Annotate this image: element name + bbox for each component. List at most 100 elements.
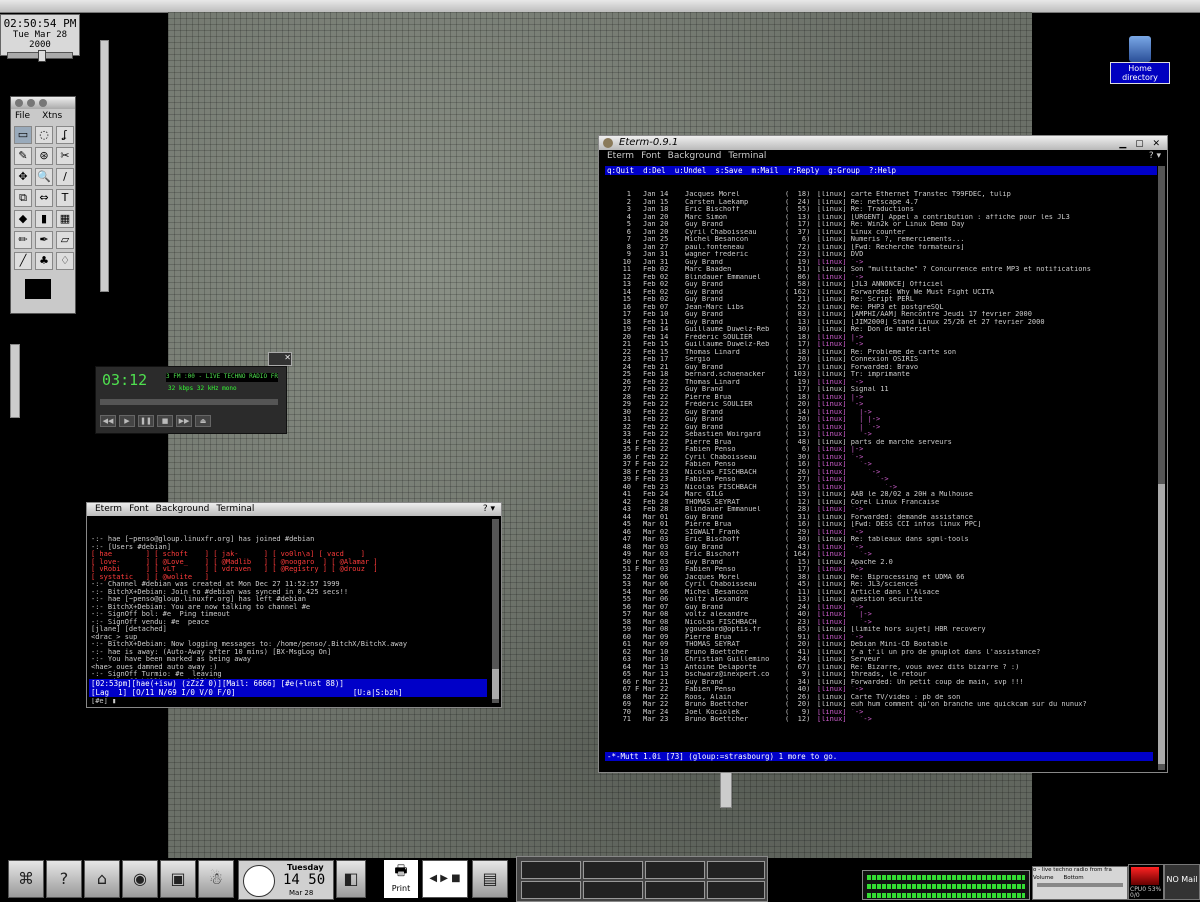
message-row[interactable]: 9 Jan 31 wagner frederic ( 23) [linux] DVD — [605, 251, 1153, 259]
message-row[interactable]: 37 F Feb 22 Fabien Penso ( 16) [linux] `-> — [605, 461, 1153, 469]
window-buttons[interactable]: ? ▾ — [483, 503, 495, 516]
message-row[interactable]: 42 Feb 28 THOMAS SEYRAT ( 12) [linux] Corel … — [605, 499, 1153, 507]
message-row[interactable]: 27 Feb 22 Guy Brand ( 17) [linux] Signal 11 — [605, 386, 1153, 394]
message-row[interactable]: 40 Feb 23 Nicolas FISCHBACH ( 35) [linux] `-… — [605, 484, 1153, 492]
message-row[interactable]: 16 Feb 07 Jean-Marc Libs ( 52) [linux] Re: P… — [605, 304, 1153, 312]
bezier-tool-icon[interactable]: ⊛ — [35, 147, 53, 165]
message-row[interactable]: 59 Mar 08 ygouedard@optis.fr ( 85) [linux] [… — [605, 626, 1153, 634]
message-row[interactable]: 43 Feb 28 Blindauer Emmanuel ( 28) [linux] `… — [605, 506, 1153, 514]
message-row[interactable]: 39 F Feb 23 Fabien Penso ( 27) [linux] `-> — [605, 476, 1153, 484]
ellipse-select-tool-icon[interactable]: ◌ — [35, 126, 53, 144]
message-row[interactable]: 51 F Mar 03 Fabien Penso ( 17) [linux] `-> — [605, 566, 1153, 574]
message-row[interactable]: 19 Feb 14 Guillaume Duwelz-Reb ( 30) [linux]… — [605, 326, 1153, 334]
message-row[interactable]: 1 Jan 14 Jacques Morel ( 18) [linux] carte E… — [605, 191, 1153, 199]
message-row[interactable]: 64 Mar 13 Antoine Delaporte ( 67) [linux] Re… — [605, 664, 1153, 672]
help-icon[interactable]: ? — [46, 860, 82, 898]
message-row[interactable]: 44 Mar 01 Guy Brand ( 31) [linux] Forwarded:… — [605, 514, 1153, 522]
message-row[interactable]: 32 Feb 22 Guy Brand ( 16) [linux] | `-> — [605, 424, 1153, 432]
player-mini-window[interactable]: ✕ — [268, 352, 292, 366]
message-row[interactable]: 25 Feb 18 bernard.schoenacker ( 103) [linux]… — [605, 371, 1153, 379]
window-menu-icon[interactable] — [603, 138, 613, 148]
message-row[interactable]: 72 Mar 24paul.fonteneau( 58)[linux] Tiré … — [605, 724, 1153, 725]
mutt-scrollbar[interactable] — [1158, 166, 1165, 770]
message-row[interactable]: 12 Feb 02 Blindauer Emmanuel ( 86) [linux] `… — [605, 274, 1153, 282]
message-row[interactable]: 58 Mar 08 Nicolas FISCHBACH ( 23) [linux] `-… — [605, 619, 1153, 627]
menu-background[interactable]: Background — [668, 150, 722, 163]
mutt-titlebar[interactable]: Eterm-0.9.1 ▁ ▢ ✕ — [599, 136, 1167, 150]
message-row[interactable]: 70 Mar 24 Joel Kociolek ( 9) [linux] `-> — [605, 709, 1153, 717]
message-row[interactable]: 50 r Mar 03 Guy Brand ( 15) [linux] Apache 2.… — [605, 559, 1153, 567]
browser-globe-icon[interactable]: ◉ — [122, 860, 158, 898]
message-row[interactable]: 61 Mar 09 THOMAS SEYRAT ( 20) [linux] Debian… — [605, 641, 1153, 649]
message-row[interactable]: 3 Jan 18 Eric Bischoff ( 55) [linux] Re: Tra… — [605, 206, 1153, 214]
eject-button[interactable]: ⏏ — [195, 415, 211, 427]
folder-icon[interactable] — [1129, 36, 1151, 62]
terminal-icon[interactable]: ▣ — [160, 860, 196, 898]
message-row[interactable]: 10 Jan 31 Guy Brand ( 19) [linux] `-> — [605, 259, 1153, 267]
message-row[interactable]: 33 Feb 22 Sébastien Woirgard ( 13) [linux] `… — [605, 431, 1153, 439]
message-row[interactable]: 30 Feb 22 Guy Brand ( 14) [linux] |-> — [605, 409, 1153, 417]
message-row[interactable]: 6 Jan 20 Cyril Chaboisseau ( 37) [linux] Lin… — [605, 229, 1153, 237]
message-row[interactable]: 68 Mar 22 Roos, Alain ( 26) [linux] Carte TV… — [605, 694, 1153, 702]
bucket-fill-tool-icon[interactable]: ▮ — [35, 210, 53, 228]
menu-terminal[interactable]: Terminal — [728, 150, 766, 163]
crop-tool-icon[interactable]: ⧉ — [14, 189, 32, 207]
message-row[interactable]: 52 Mar 06 Jacques Morel ( 38) [linux] Re: Bi… — [605, 574, 1153, 582]
message-row[interactable]: 57 Mar 08 voltz alexandre ( 40) [linux] |-> — [605, 611, 1153, 619]
message-row[interactable]: 67 F Mar 22 Fabien Penso ( 40) [linux] `-> — [605, 686, 1153, 694]
message-row[interactable]: 28 Feb 22 Pierre Brua ( 18) [linux] |-> — [605, 394, 1153, 402]
mail-check-applet[interactable]: NO Mail — [1164, 864, 1200, 900]
message-row[interactable]: 4 Jan 20 Marc Simon ( 13) [linux] [URGENT] A… — [605, 214, 1153, 222]
menu-terminal[interactable]: Terminal — [216, 503, 254, 516]
airbrush-tool-icon[interactable]: ╱ — [14, 252, 32, 270]
gradient-tool-icon[interactable]: ▦ — [56, 210, 74, 228]
magic-wand-tool-icon[interactable]: ✎ — [14, 147, 32, 165]
player-seek-bar[interactable] — [100, 399, 278, 405]
move-tool-icon[interactable]: ✥ — [14, 168, 32, 186]
rect-select-tool-icon[interactable]: ▭ — [14, 126, 32, 144]
message-row[interactable]: 21 Feb 15 Guillaume Duwelz-Reb ( 17) [linux]… — [605, 341, 1153, 349]
play-button[interactable]: ▶ — [119, 415, 135, 427]
color-swatches[interactable] — [15, 277, 71, 311]
message-row[interactable]: 62 Mar 10 Bruno Boettcher ( 41) [linux] Y a … — [605, 649, 1153, 657]
stop-button[interactable]: ■ — [157, 415, 173, 427]
prev-button[interactable]: ◀◀ — [100, 415, 116, 427]
message-row[interactable]: 69 Mar 22 Bruno Boettcher ( 20) [linux] euh … — [605, 701, 1153, 709]
message-row[interactable]: 48 Mar 03 Guy Brand ( 43) [linux] `-> — [605, 544, 1153, 552]
message-row[interactable]: 63 Mar 10 Christian Guillemino ( 24) [linux]… — [605, 656, 1153, 664]
pencil-tool-icon[interactable]: / — [56, 168, 74, 186]
home-directory[interactable]: Home directory — [1110, 36, 1170, 84]
cd-player-applet[interactable]: ◀ ▶ ■ — [422, 860, 468, 898]
color-picker-tool-icon[interactable]: ◆ — [14, 210, 32, 228]
scissors-tool-icon[interactable]: ✂ — [56, 147, 74, 165]
message-row[interactable]: 5 Jan 20 Guy Brand ( 17) [linux] Re: Win2k o… — [605, 221, 1153, 229]
message-row[interactable]: 49 Mar 03 Eric Bischoff ( 164) [linux] `-> — [605, 551, 1153, 559]
message-row[interactable]: 41 Feb 24 Marc GILG ( 19) [linux] AAB le 28/… — [605, 491, 1153, 499]
menu-background[interactable]: Background — [156, 503, 210, 516]
maximize-icon[interactable] — [39, 99, 47, 107]
next-button[interactable]: ▶▶ — [176, 415, 192, 427]
foreground-color[interactable] — [25, 279, 51, 299]
message-row[interactable]: 60 Mar 09 Pierre Brua ( 91) [linux] `-> — [605, 634, 1153, 642]
message-row[interactable]: 34 r Feb 22 Pierre Brua ( 48) [linux] parts d… — [605, 439, 1153, 447]
menu-font[interactable]: Font — [641, 150, 661, 163]
print-button[interactable]: 🖶 Print — [384, 860, 418, 898]
left-edge-tab[interactable] — [100, 40, 109, 292]
desktop-icon[interactable]: ⌂ — [84, 860, 120, 898]
tux-icon[interactable]: ☃ — [198, 860, 234, 898]
radio-applet[interactable]: o - live techno radio from fra Volume Bo… — [1032, 866, 1128, 900]
paintbrush-tool-icon[interactable]: ✏ — [14, 231, 32, 249]
message-row[interactable]: 8 Jan 27 paul.fonteneau ( 72) [linux] [Fwd: … — [605, 244, 1153, 252]
message-row[interactable]: 54 Mar 06 Michel Besancon ( 11) [linux] Arti… — [605, 589, 1153, 597]
message-row[interactable]: 65 Mar 13 bschwarz@inexpert.co ( 9) [linux] … — [605, 671, 1153, 679]
ink-tool-icon[interactable]: ✒ — [35, 231, 53, 249]
menu-file[interactable]: File — [15, 111, 30, 121]
irc-input[interactable]: [#e] ▮ — [91, 698, 116, 706]
message-row[interactable]: 56 Mar 07 Guy Brand ( 24) [linux] `-> — [605, 604, 1153, 612]
left-drawer-tab[interactable] — [10, 344, 20, 418]
message-row[interactable]: 26 Feb 22 Thomas Linard ( 19) [linux] `-> — [605, 379, 1153, 387]
minimize-icon[interactable] — [27, 99, 35, 107]
message-row[interactable]: 38 r Feb 23 Nicolas FISCHBACH ( 26) [linux] `… — [605, 469, 1153, 477]
message-row[interactable]: 20 Feb 14 Frédéric SOULIER ( 18) [linux] |-> — [605, 334, 1153, 342]
clock-slider[interactable] — [7, 50, 73, 62]
